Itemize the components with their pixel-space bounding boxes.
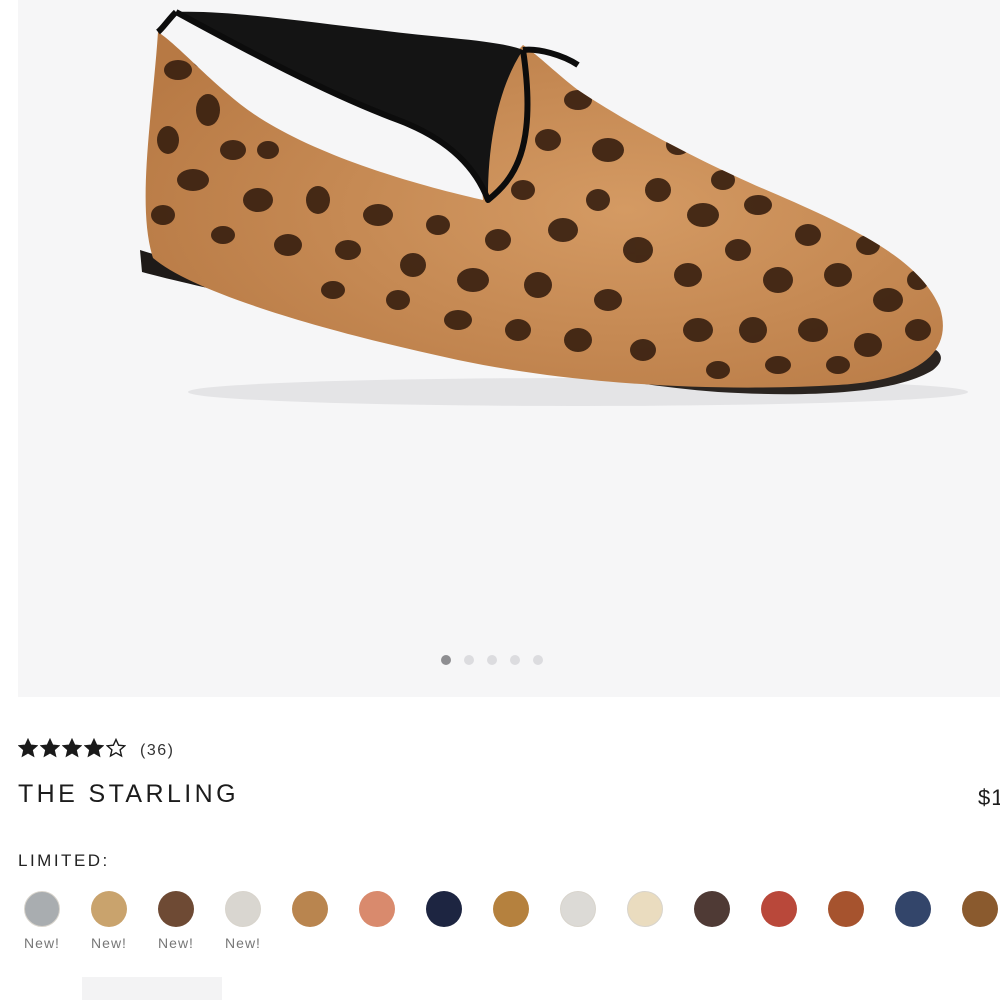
color-swatch-cream-floral[interactable] bbox=[627, 891, 663, 927]
color-swatch-brown-stripe[interactable] bbox=[158, 891, 194, 927]
star-filled-icon bbox=[18, 738, 38, 758]
color-swatch-leopard-dark[interactable] bbox=[962, 891, 998, 927]
review-count[interactable]: (36) bbox=[140, 742, 174, 760]
color-swatch-dark-brown[interactable] bbox=[694, 891, 730, 927]
rating-stars bbox=[18, 738, 128, 763]
star-filled-icon bbox=[40, 738, 60, 758]
star-empty-icon bbox=[106, 738, 126, 758]
color-swatch-navy[interactable] bbox=[426, 891, 462, 927]
color-swatch-camel[interactable] bbox=[493, 891, 529, 927]
color-swatch-paisley[interactable] bbox=[828, 891, 864, 927]
color-swatch-terracotta[interactable] bbox=[359, 891, 395, 927]
carousel-dot-4[interactable] bbox=[510, 655, 520, 665]
new-badge: New! bbox=[225, 935, 261, 951]
color-group-label: LIMITED: bbox=[18, 851, 110, 870]
color-swatch-rust[interactable] bbox=[761, 891, 797, 927]
new-badge: New! bbox=[24, 935, 60, 951]
product-rating[interactable]: (36) bbox=[18, 738, 174, 763]
new-badge: New! bbox=[91, 935, 127, 951]
product-image-gallery[interactable] bbox=[18, 0, 1000, 697]
new-badge: New! bbox=[158, 935, 194, 951]
star-filled-icon bbox=[62, 738, 82, 758]
carousel-dot-1[interactable] bbox=[441, 655, 451, 665]
carousel-dot-2[interactable] bbox=[464, 655, 474, 665]
color-swatch-navy-floral[interactable] bbox=[895, 891, 931, 927]
color-swatch-light-grey[interactable] bbox=[560, 891, 596, 927]
color-swatch-tan-woven[interactable] bbox=[91, 891, 127, 927]
product-image bbox=[140, 9, 968, 406]
color-swatch-grey-tweed[interactable] bbox=[24, 891, 60, 927]
color-swatch-leopard[interactable] bbox=[292, 891, 328, 927]
size-selector-partial[interactable] bbox=[82, 977, 222, 1000]
product-title: THE STARLING bbox=[18, 780, 239, 808]
carousel-dot-5[interactable] bbox=[533, 655, 543, 665]
product-price: $1 bbox=[978, 785, 1000, 810]
carousel-dots bbox=[18, 655, 1000, 665]
star-filled-icon bbox=[84, 738, 104, 758]
color-swatch-zebra[interactable] bbox=[225, 891, 261, 927]
carousel-dot-3[interactable] bbox=[487, 655, 497, 665]
